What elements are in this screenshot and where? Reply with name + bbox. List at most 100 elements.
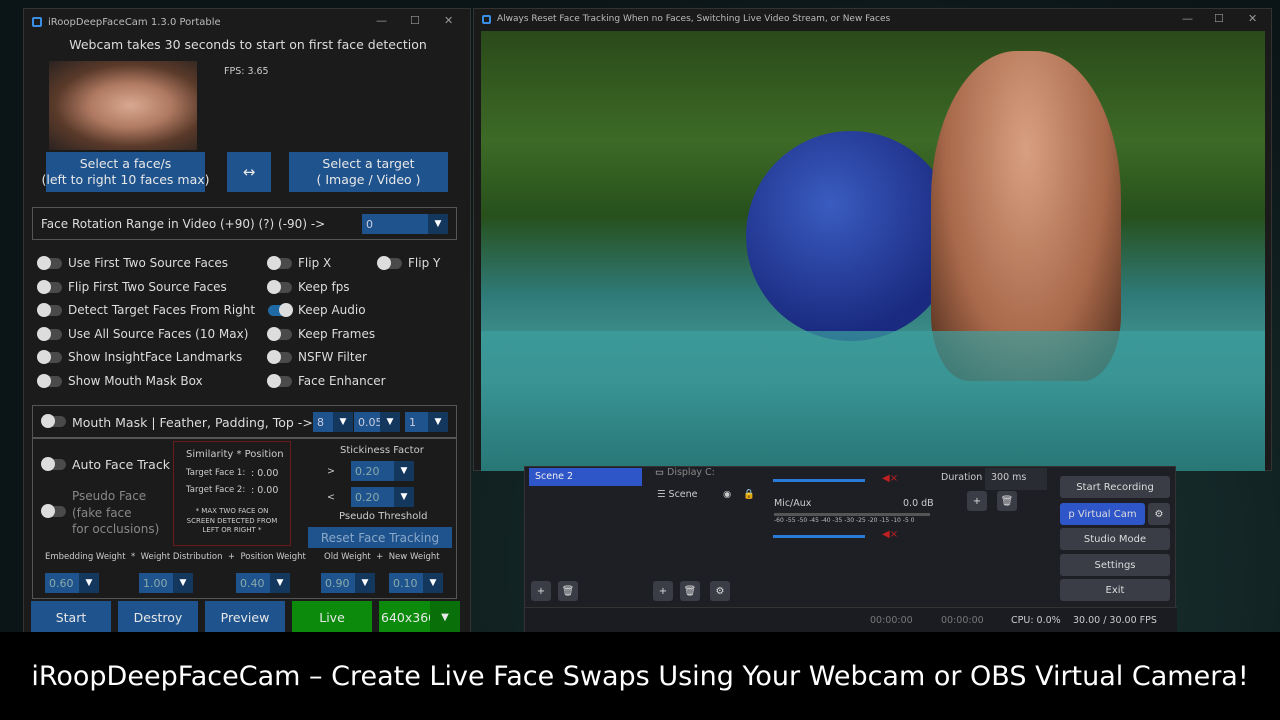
mouth-mask-toggle[interactable] <box>41 414 66 428</box>
toggle-switch[interactable] <box>267 279 292 294</box>
feather-value: 8 <box>317 415 324 429</box>
weight-distribution-value: 1.00 <box>143 576 168 590</box>
source-item-scene[interactable]: ☰ Scene <box>657 489 698 500</box>
source-item-display[interactable]: ▭ Display C: <box>655 467 715 478</box>
add-scene-button[interactable]: + <box>531 581 551 601</box>
studio-mode-button[interactable]: Studio Mode <box>1060 528 1170 550</box>
add-source-button[interactable]: + <box>653 581 673 601</box>
app-icon <box>32 17 42 27</box>
rotation-dropdown[interactable]: 0 ▼ <box>362 214 448 234</box>
face1-label: Target Face 1: <box>186 468 246 478</box>
close-button[interactable]: ✕ <box>444 14 453 27</box>
destroy-button[interactable]: Destroy <box>118 601 198 634</box>
toggle-label: Use All Source Faces (10 Max) <box>68 326 249 341</box>
blue-ball <box>746 131 956 341</box>
muted-icon[interactable]: ◀× <box>882 529 898 540</box>
maximize-button[interactable]: ☐ <box>1214 12 1224 25</box>
toggle-switch[interactable] <box>267 350 292 364</box>
trash-icon[interactable]: 🗑 <box>558 581 578 601</box>
lock-icon[interactable]: 🔒 <box>743 489 755 500</box>
toggle-switch[interactable] <box>37 303 62 317</box>
start-button[interactable]: Start <box>31 601 111 634</box>
toggle-label: Face Enhancer <box>298 373 386 388</box>
reset-face-tracking-button[interactable]: Reset Face Tracking <box>308 527 452 548</box>
feather-dropdown[interactable]: 8 ▼ <box>313 412 353 432</box>
notice-text: Webcam takes 30 seconds to start on firs… <box>69 37 427 52</box>
stickiness-gt-dropdown[interactable]: 0.20 ▼ <box>351 461 414 481</box>
caption-banner: iRoopDeepFaceCam – Create Live Face Swap… <box>0 632 1280 720</box>
weight-distribution-dropdown[interactable]: 1.00 ▼ <box>139 573 193 593</box>
position-weight-label: Position Weight <box>240 552 306 562</box>
volume-slider-2[interactable] <box>773 535 865 538</box>
toggle-switch[interactable] <box>37 256 62 270</box>
gear-icon[interactable]: ⚙ <box>1148 503 1170 525</box>
new-weight-dropdown[interactable]: 0.10 ▼ <box>389 573 443 593</box>
toggle-label: Flip First Two Source Faces <box>68 279 227 294</box>
toggle-switch[interactable] <box>37 326 62 341</box>
scene-item[interactable]: Scene 2 <box>529 468 642 486</box>
face1-value: : 0.00 <box>251 468 279 479</box>
padding-value: 0.05 <box>358 415 383 429</box>
maximize-button[interactable]: ☐ <box>410 14 420 27</box>
meter-ticks: -60 -55 -50 -45 -40 -35 -30 -25 -20 -15 … <box>774 517 915 524</box>
eye-icon[interactable]: ◉ <box>723 489 731 500</box>
stickiness-lt-dropdown[interactable]: 0.20 ▼ <box>351 487 414 507</box>
close-button[interactable]: ✕ <box>1248 12 1257 25</box>
position-weight-dropdown[interactable]: 0.40 ▼ <box>236 573 290 593</box>
minimize-button[interactable]: — <box>1182 12 1193 25</box>
minimize-button[interactable]: — <box>376 14 387 27</box>
preview-button[interactable]: Preview <box>205 601 285 634</box>
embedding-weight-dropdown[interactable]: 0.60 ▼ <box>45 573 99 593</box>
resolution-dropdown[interactable]: 640x360 ▼ <box>379 601 460 634</box>
flip-y-toggle[interactable] <box>377 256 402 270</box>
start-recording-button[interactable]: Start Recording <box>1060 476 1170 498</box>
add-transition-button[interactable]: + <box>967 491 987 511</box>
trash-icon[interactable]: 🗑 <box>997 491 1017 511</box>
chevron-down-icon: ▼ <box>423 573 443 593</box>
toggle-label: Show Mouth Mask Box <box>68 373 203 388</box>
obs-window: Scene 2 ▭ Display C: ☰ Scene ◉ 🔒 ◀× Mic/… <box>524 466 1177 633</box>
toggle-switch[interactable] <box>37 279 62 294</box>
toggle-switch[interactable] <box>267 256 292 270</box>
settings-button[interactable]: Settings <box>1060 554 1170 576</box>
virtual-cam-button[interactable]: p Virtual Cam <box>1060 503 1145 525</box>
exit-button[interactable]: Exit <box>1060 579 1170 601</box>
live-button[interactable]: Live <box>292 601 372 634</box>
chevron-down-icon: ▼ <box>394 487 414 507</box>
toggle-switch[interactable] <box>267 326 292 341</box>
padding-dropdown[interactable]: 0.05 ▼ <box>354 412 400 432</box>
volume-slider-1[interactable] <box>773 479 865 482</box>
old-weight-dropdown[interactable]: 0.90 ▼ <box>321 573 375 593</box>
duration-label: Duration <box>941 472 983 483</box>
auto-face-track-toggle[interactable] <box>41 457 66 471</box>
old-new-labels: Old Weight + New Weight <box>324 552 440 562</box>
auto-face-track-label: Auto Face Track <box>72 457 170 472</box>
toggle-switch[interactable] <box>37 350 62 364</box>
chevron-down-icon: ▼ <box>173 573 193 593</box>
gear-icon[interactable]: ⚙ <box>710 581 730 601</box>
toggle-switch[interactable] <box>37 373 62 388</box>
weight-distribution-label: Weight Distribution <box>140 552 223 562</box>
plus-operator: + <box>227 552 236 562</box>
toggle-label: Keep Frames <box>298 326 376 341</box>
swap-button[interactable]: ↔ <box>227 152 271 192</box>
fps-status: 30.00 / 30.00 FPS <box>1073 615 1157 626</box>
select-face-button[interactable]: Select a face/s (left to right 10 faces … <box>41 152 210 192</box>
rotation-label: Face Rotation Range in Video (+90) (?) (… <box>41 217 326 231</box>
pseudo-face-toggle[interactable] <box>41 504 66 518</box>
muted-icon[interactable]: ◀× <box>882 473 898 484</box>
chevron-down-icon: ▼ <box>394 461 414 481</box>
multiply-operator: * <box>130 552 136 562</box>
live-video-frame <box>481 31 1265 471</box>
toggle-switch[interactable] <box>267 373 292 388</box>
select-target-button[interactable]: Select a target ( Image / Video ) <box>289 152 448 192</box>
title-bar: iRoopDeepFaceCam 1.3.0 Portable <box>24 9 470 35</box>
chevron-down-icon: ▼ <box>79 573 99 593</box>
top-value: 1 <box>409 415 416 429</box>
top-dropdown[interactable]: 1 ▼ <box>405 412 448 432</box>
mic-label: Mic/Aux <box>774 498 812 509</box>
duration-input[interactable]: 300 ms <box>985 468 1047 490</box>
chevron-down-icon: ▼ <box>355 573 375 593</box>
toggle-switch[interactable] <box>268 303 293 317</box>
trash-icon[interactable]: 🗑 <box>680 581 700 601</box>
